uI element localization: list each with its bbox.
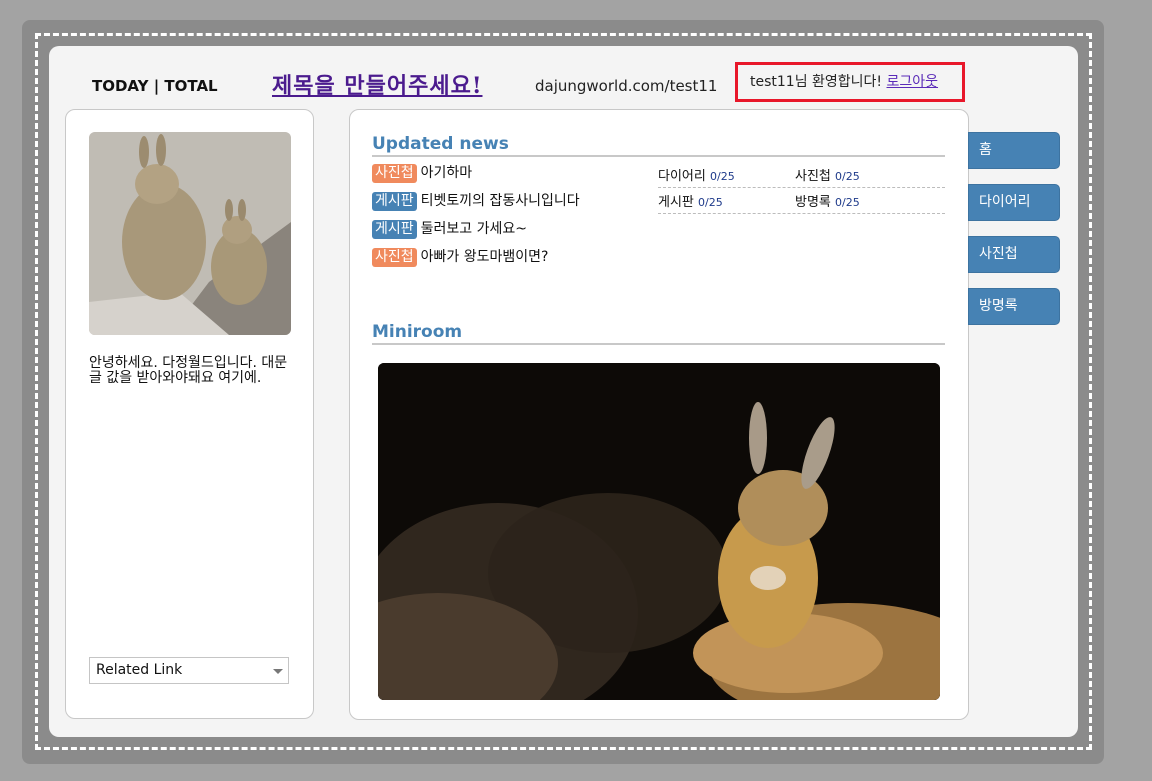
nav-tab-home[interactable]: 홈 — [968, 132, 1060, 169]
stat-guestbook[interactable]: 방명록 0/25 — [795, 191, 860, 210]
nav-tab-diary[interactable]: 다이어리 — [968, 184, 1060, 221]
welcome-text: test11님 환영합니다! — [750, 74, 883, 90]
news-title[interactable]: 둘러보고 가세요~ — [421, 221, 527, 237]
main-panel: Updated news 사진첩 아기하마 게시판 티벳토끼의 잡동사니입니다 게시… — [349, 109, 969, 720]
list-item[interactable]: 게시판 둘러보고 가세요~ — [372, 218, 652, 246]
news-tag: 사진첩 — [372, 164, 417, 183]
news-title[interactable]: 아빠가 왕도마뱀이면? — [421, 249, 549, 265]
news-tag: 사진첩 — [372, 248, 417, 267]
nav-tab-guestbook[interactable]: 방명록 — [968, 288, 1060, 325]
stat-photo[interactable]: 사진첩 0/25 — [795, 165, 860, 184]
site-url: dajungworld.com/test11 — [535, 77, 718, 95]
news-tag: 게시판 — [372, 192, 417, 211]
nav-tab-photo[interactable]: 사진첩 — [968, 236, 1060, 273]
related-link-select[interactable]: Related Link — [89, 657, 289, 684]
post-stats: 다이어리 0/25 사진첩 0/25 게시판 0/25 방명록 0/25 — [658, 162, 945, 214]
stat-board[interactable]: 게시판 0/25 — [658, 191, 723, 210]
stat-row: 게시판 0/25 방명록 0/25 — [658, 188, 945, 214]
profile-image — [89, 132, 291, 335]
chevron-down-icon — [273, 669, 283, 674]
miniroom-image — [378, 363, 940, 700]
list-item[interactable]: 게시판 티벳토끼의 잡동사니입니다 — [372, 190, 652, 218]
today-total-counter: TODAY | TOTAL — [92, 77, 218, 95]
related-link-label: Related Link — [96, 662, 183, 678]
stat-row: 다이어리 0/25 사진첩 0/25 — [658, 162, 945, 188]
news-title[interactable]: 아기하마 — [421, 165, 473, 181]
updated-news-heading: Updated news — [372, 134, 945, 157]
welcome-box: test11님 환영합니다! 로그아웃 — [735, 62, 965, 102]
news-tag: 게시판 — [372, 220, 417, 239]
list-item[interactable]: 사진첩 아빠가 왕도마뱀이면? — [372, 246, 652, 274]
list-item[interactable]: 사진첩 아기하마 — [372, 162, 652, 190]
page-title[interactable]: 제목을 만들어주세요! — [272, 68, 482, 100]
miniroom-heading: Miniroom — [372, 322, 945, 345]
profile-panel: 안녕하세요. 다정월드입니다. 대문글 값을 받아와야돼요 여기에. Relat… — [65, 109, 314, 719]
stat-diary[interactable]: 다이어리 0/25 — [658, 165, 735, 184]
profile-intro: 안녕하세요. 다정월드입니다. 대문글 값을 받아와야돼요 여기에. — [89, 355, 288, 386]
news-title[interactable]: 티벳토끼의 잡동사니입니다 — [421, 193, 580, 209]
logout-link[interactable]: 로그아웃 — [887, 74, 939, 90]
news-list: 사진첩 아기하마 게시판 티벳토끼의 잡동사니입니다 게시판 둘러보고 가세요~ 사진… — [372, 162, 652, 274]
